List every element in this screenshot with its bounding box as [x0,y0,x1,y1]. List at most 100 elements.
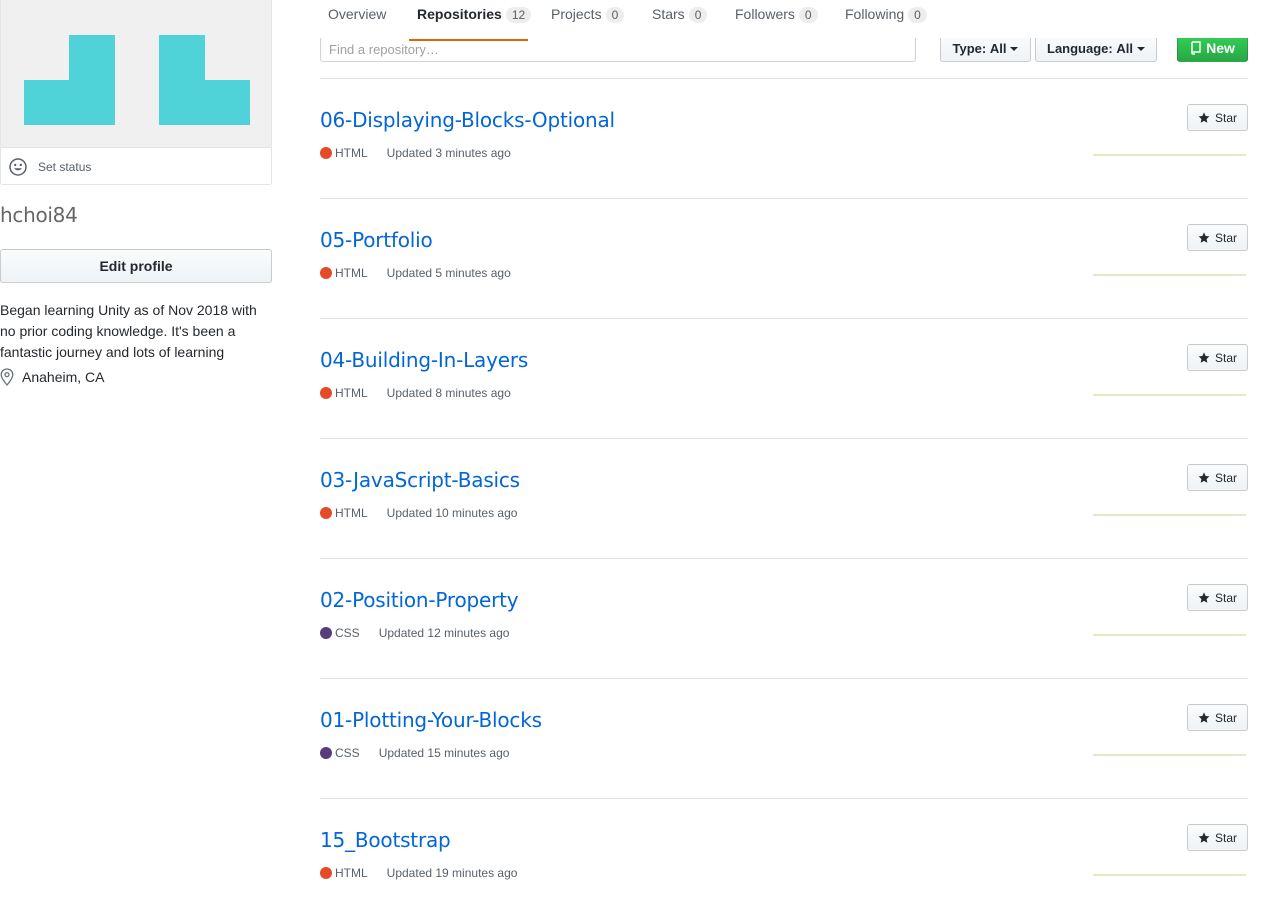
star-label: Star [1214,710,1237,725]
tab-overview[interactable]: Overview [328,0,386,42]
star-icon [1198,711,1210,723]
search-placeholder: Find a repository… [329,41,439,57]
profile-bio: Began learning Unity as of Nov 2018 with… [0,300,272,363]
repo-meta: HTML Updated 19 minutes ago [320,866,517,880]
star-button[interactable]: Star [1187,464,1248,491]
star-button[interactable]: Star [1187,824,1248,851]
star-button[interactable]: Star [1187,224,1248,251]
repo-updated: Updated 12 minutes ago [378,626,510,640]
repo-meta: CSS Updated 15 minutes ago [320,746,509,760]
tab-label: Following [845,6,905,22]
tab-counter: 0 [688,7,708,23]
language-color-dot [320,627,332,639]
edit-profile-button[interactable]: Edit profile [0,249,272,283]
profile-username: hchoi84 [0,203,78,227]
star-button[interactable]: Star [1187,344,1248,371]
tab-label: Overview [328,6,387,22]
tab-followers[interactable]: Followers 0 [735,0,818,42]
star-icon [1198,471,1210,483]
set-status-button[interactable]: Set status [1,147,271,184]
location-pin-icon [0,368,14,386]
repo-list-item: 04-Building-In-Layers HTML Updated 8 min… [320,319,1248,439]
activity-sparkline [1093,274,1246,276]
repo-list-item: 03-JavaScript-Basics HTML Updated 10 min… [320,439,1248,559]
repo-updated: Updated 3 minutes ago [386,146,511,160]
star-icon [1198,351,1210,363]
tab-repositories[interactable]: Repositories 12 [417,0,532,42]
repo-language: HTML [335,386,368,400]
tab-label: Projects [551,6,602,22]
repo-language: HTML [335,506,368,520]
tab-label: Followers [735,6,795,22]
avatar[interactable] [1,0,271,147]
star-button[interactable]: Star [1187,584,1248,611]
repo-name-link[interactable]: 01-Plotting-Your-Blocks [320,708,542,732]
activity-sparkline [1093,634,1246,636]
avatar-card: Set status [0,0,272,185]
tab-label: Repositories [417,6,502,22]
repo-name-link[interactable]: 02-Position-Property [320,588,519,612]
caret-down-icon [1136,47,1145,51]
activity-sparkline [1093,514,1246,516]
repo-name-link[interactable]: 05-Portfolio [320,228,433,252]
star-label: Star [1214,830,1237,845]
star-label: Star [1214,470,1237,485]
tab-stars[interactable]: Stars 0 [652,0,708,42]
language-color-dot [320,387,332,399]
repo-icon [1191,41,1201,55]
repo-name-link[interactable]: 03-JavaScript-Basics [320,468,520,492]
smiley-icon [9,157,27,176]
repo-meta: HTML Updated 10 minutes ago [320,506,517,520]
repo-language: CSS [335,626,360,640]
repo-language: HTML [335,266,368,280]
language-color-dot [320,867,332,879]
type-filter-label: Type: [952,40,987,56]
star-icon [1198,231,1210,243]
star-label: Star [1214,230,1237,245]
type-filter-value: All [989,40,1007,56]
repo-meta: HTML Updated 3 minutes ago [320,146,511,160]
repo-language: HTML [335,146,368,160]
repo-name-link[interactable]: 06-Displaying-Blocks-Optional [320,108,615,132]
star-label: Star [1214,590,1237,605]
tab-projects[interactable]: Projects 0 [551,0,625,42]
star-icon [1198,591,1210,603]
star-icon [1198,111,1210,123]
new-button-label: New [1206,40,1235,56]
repo-name-link[interactable]: 04-Building-In-Layers [320,348,528,372]
bio-line: fantastic journey and lots of learning [0,344,225,360]
profile-tabs: Overview Repositories 12 Projects 0 Star… [320,0,1248,42]
star-button[interactable]: Star [1187,704,1248,731]
star-label: Star [1214,350,1237,365]
repo-language: CSS [335,746,360,760]
language-color-dot [320,507,332,519]
repo-list-item: 05-Portfolio HTML Updated 5 minutes ago … [320,199,1248,319]
repo-list-item: 06-Displaying-Blocks-Optional HTML Updat… [320,79,1248,199]
selected-tab-indicator [409,39,528,41]
repo-name-link[interactable]: 15_Bootstrap [320,828,451,852]
repo-list-item: 15_Bootstrap HTML Updated 19 minutes ago… [320,799,1248,906]
set-status-label: Set status [38,159,92,174]
tab-following[interactable]: Following 0 [845,0,927,42]
tab-counter: 12 [505,7,532,23]
language-filter-value: All [1116,40,1133,56]
repo-updated: Updated 10 minutes ago [386,506,518,520]
repo-meta: HTML Updated 8 minutes ago [320,386,511,400]
bio-line: no prior coding knowledge. It's been a [0,323,236,339]
repo-updated: Updated 8 minutes ago [386,386,511,400]
caret-down-icon [1010,47,1019,51]
star-button[interactable]: Star [1187,104,1248,131]
tab-label: Stars [652,6,685,22]
activity-sparkline [1093,874,1246,876]
activity-sparkline [1093,394,1246,396]
language-color-dot [320,267,332,279]
repo-list-item: 01-Plotting-Your-Blocks CSS Updated 15 m… [320,679,1248,799]
star-label: Star [1214,110,1237,125]
repo-updated: Updated 19 minutes ago [386,866,518,880]
repo-language: HTML [335,866,368,880]
identicon-shapes [24,35,250,125]
activity-sparkline [1093,154,1246,156]
language-color-dot [320,747,332,759]
repo-meta: CSS Updated 12 minutes ago [320,626,509,640]
activity-sparkline [1093,754,1246,756]
